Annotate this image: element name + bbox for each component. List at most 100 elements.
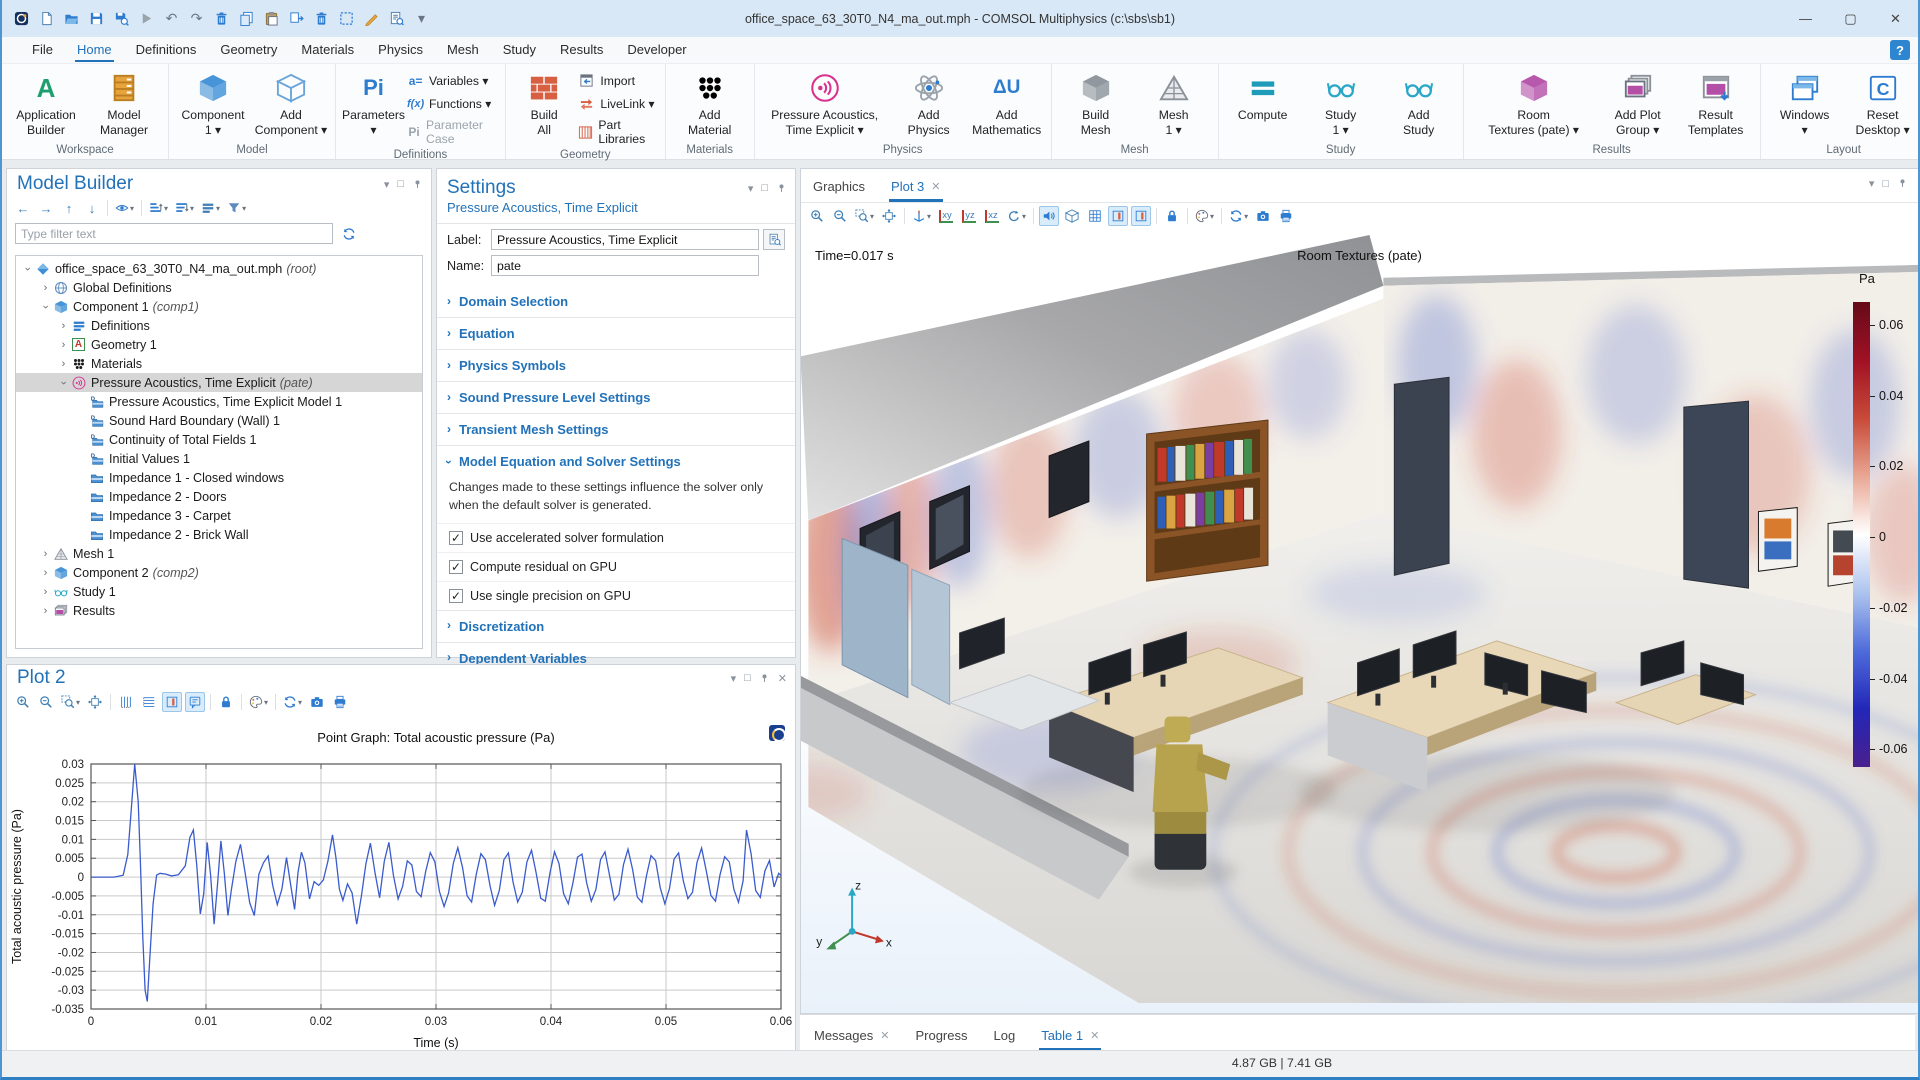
expander-icon[interactable]: › (40, 282, 51, 294)
back-icon[interactable]: ← (13, 198, 33, 218)
axis-box-icon[interactable] (162, 692, 183, 712)
checkbox-compute-residual-on-gpu[interactable]: ✓ Compute residual on GPU (437, 551, 795, 581)
pin-icon[interactable] (759, 673, 770, 684)
bottom-tab-table-1[interactable]: Table 1 ✕ (1039, 1028, 1102, 1051)
zoom-box-icon[interactable]: ▾ (59, 692, 82, 712)
panel-menu-icon[interactable]: ▾ (748, 182, 754, 195)
section-discretization[interactable]: › Discretization (437, 609, 795, 642)
menu-developer[interactable]: Developer (615, 38, 698, 62)
redo-icon[interactable]: ↷ (187, 9, 206, 28)
checkbox-icon[interactable]: ✓ (449, 588, 463, 603)
expander-icon[interactable]: › (58, 320, 69, 332)
ribbon-button-build-all[interactable]: Build All (512, 68, 577, 139)
expander-icon[interactable]: › (22, 263, 34, 274)
bottom-tab-progress[interactable]: Progress (915, 1028, 967, 1051)
close-tab-icon[interactable]: ✕ (880, 1029, 889, 1042)
ribbon-button-parameters-[interactable]: Pi Parameters ▾ (342, 68, 405, 139)
ribbon-button-build-mesh[interactable]: Build Mesh (1058, 68, 1134, 139)
cut-icon[interactable] (212, 9, 231, 28)
default-view-icon[interactable]: ▾ (910, 206, 933, 226)
run-icon[interactable] (137, 9, 156, 28)
checkbox-icon[interactable]: ✓ (449, 530, 463, 545)
panel-menu-icon[interactable]: ▾ (384, 178, 390, 191)
save-search-icon[interactable] (112, 9, 131, 28)
menu-file[interactable]: File (20, 38, 65, 62)
float-icon[interactable]: □ (744, 672, 751, 684)
point-graph-chart[interactable]: Point Graph: Total acoustic pressure (Pa… (7, 722, 795, 1052)
camera-icon[interactable] (307, 692, 327, 712)
palette-icon[interactable]: ▾ (1193, 206, 1216, 226)
ribbon-small-import[interactable]: Import (578, 72, 658, 89)
close-tab-icon[interactable]: ✕ (931, 180, 940, 193)
section-physics-symbols[interactable]: › Physics Symbols (437, 349, 795, 381)
bottom-tab-log[interactable]: Log (994, 1028, 1016, 1051)
delete-icon[interactable] (312, 9, 331, 28)
tab-graphics[interactable]: Graphics (813, 179, 865, 202)
tree-item-impedance-2-doors[interactable]: Impedance 2 - Doors (16, 487, 422, 506)
tree-item-geometry-1[interactable]: › A Geometry 1 (16, 335, 422, 354)
rename-icon[interactable] (763, 229, 785, 250)
menu-geometry[interactable]: Geometry (208, 38, 289, 62)
expander-icon[interactable]: › (40, 548, 51, 560)
menu-materials[interactable]: Materials (289, 38, 366, 62)
expander-icon[interactable]: › (58, 358, 69, 370)
tree-item-continuity-of-total-fields-1[interactable]: Continuity of Total Fields 1 (16, 430, 422, 449)
camera-icon[interactable] (1253, 206, 1273, 226)
view-xy-icon[interactable]: xy (936, 206, 956, 226)
checkbox-use-accelerated-solver-formulation[interactable]: ✓ Use accelerated solver formulation (437, 522, 795, 552)
ribbon-button-compute[interactable]: Compute (1225, 68, 1301, 123)
close-tab-icon[interactable]: ✕ (1090, 1029, 1099, 1042)
pin-icon[interactable] (776, 183, 787, 194)
grid-h-icon[interactable] (139, 692, 159, 712)
print-icon[interactable] (1276, 206, 1296, 226)
more-icon[interactable]: ▾ (412, 9, 431, 28)
tree-item-pressure-acoustics-time-explicit[interactable]: › Pressure Acoustics, Time Explicit (pate) (16, 373, 422, 392)
ribbon-button-application-builder[interactable]: A Application Builder (8, 68, 84, 139)
collapse-icon[interactable]: ▾ (147, 198, 170, 218)
bottom-tab-messages[interactable]: Messages ✕ (814, 1028, 889, 1051)
pin-icon[interactable] (1897, 178, 1908, 189)
tree-item-impedance-1-closed-windows[interactable]: Impedance 1 - Closed windows (16, 468, 422, 487)
ribbon-small-functions-[interactable]: f(x) Functions ▾ (407, 95, 499, 112)
highlight-pen-icon[interactable] (362, 9, 381, 28)
ribbon-button-add-physics[interactable]: Add Physics (891, 68, 967, 139)
section-domain-selection[interactable]: › Domain Selection (437, 286, 795, 317)
ribbon-button-reset-desktop-[interactable]: Reset Desktop ▾ (1845, 68, 1918, 139)
color-legend-icon[interactable] (1131, 206, 1152, 226)
tree-item-office-space-63-30t0-n4-ma-out-mph[interactable]: › office_space_63_30T0_N4_ma_out.mph (root… (16, 259, 422, 278)
titlebar[interactable]: ↶ ↷ ▾ office_space_63_30T0_N4_ma_out.mph -… (2, 0, 1918, 37)
expander-icon[interactable]: › (58, 339, 69, 351)
zoom-box-icon[interactable]: ▾ (853, 206, 876, 226)
show-icon[interactable]: ▾ (113, 198, 136, 218)
tree-item-initial-values-1[interactable]: Initial Values 1 (16, 449, 422, 468)
tree-filter-input[interactable] (15, 223, 333, 244)
menu-home[interactable]: Home (65, 38, 124, 62)
float-icon[interactable]: □ (397, 178, 404, 190)
tree-item-study-1[interactable]: › Study 1 (16, 582, 422, 601)
ribbon-button-add-plot-group-[interactable]: Add Plot Group ▾ (1600, 68, 1676, 139)
ribbon-button-model-manager[interactable]: Model Manager (86, 68, 162, 139)
update-icon[interactable]: ▾ (1227, 206, 1250, 226)
tree-item-impedance-3-carpet[interactable]: Impedance 3 - Carpet (16, 506, 422, 525)
lock-icon[interactable] (216, 692, 236, 712)
tree-item-mesh-1[interactable]: › Mesh 1 (16, 544, 422, 563)
ribbon-button-component-1-[interactable]: Component 1 ▾ (175, 68, 251, 139)
menu-mesh[interactable]: Mesh (435, 38, 491, 62)
menu-study[interactable]: Study (491, 38, 548, 62)
tree-item-impedance-2-brick-wall[interactable]: Impedance 2 - Brick Wall (16, 525, 422, 544)
section-equation[interactable]: › Equation (437, 317, 795, 349)
print-icon[interactable] (330, 692, 350, 712)
menu-physics[interactable]: Physics (366, 38, 435, 62)
ribbon-button-pressure-acoustics-time-explicit-[interactable]: Pressure Acoustics, Time Explicit ▾ (761, 68, 889, 139)
tree-item-materials[interactable]: › Materials (16, 354, 422, 373)
panel-menu-icon[interactable]: ▾ (1869, 177, 1875, 190)
section-sound-pressure-level-settings[interactable]: › Sound Pressure Level Settings (437, 381, 795, 413)
expander-icon[interactable]: › (40, 605, 51, 617)
ribbon-button-windows-[interactable]: Windows ▾ (1767, 68, 1843, 139)
zoom-extents-icon[interactable] (85, 692, 105, 712)
expander-icon[interactable]: › (40, 301, 52, 312)
ribbon-button-result-templates[interactable]: Result Templates (1678, 68, 1754, 139)
grid-v-icon[interactable] (116, 692, 136, 712)
ribbon-button-add-component-[interactable]: Add Component ▾ (253, 68, 329, 139)
plot-vertical-icon[interactable] (1108, 206, 1129, 226)
